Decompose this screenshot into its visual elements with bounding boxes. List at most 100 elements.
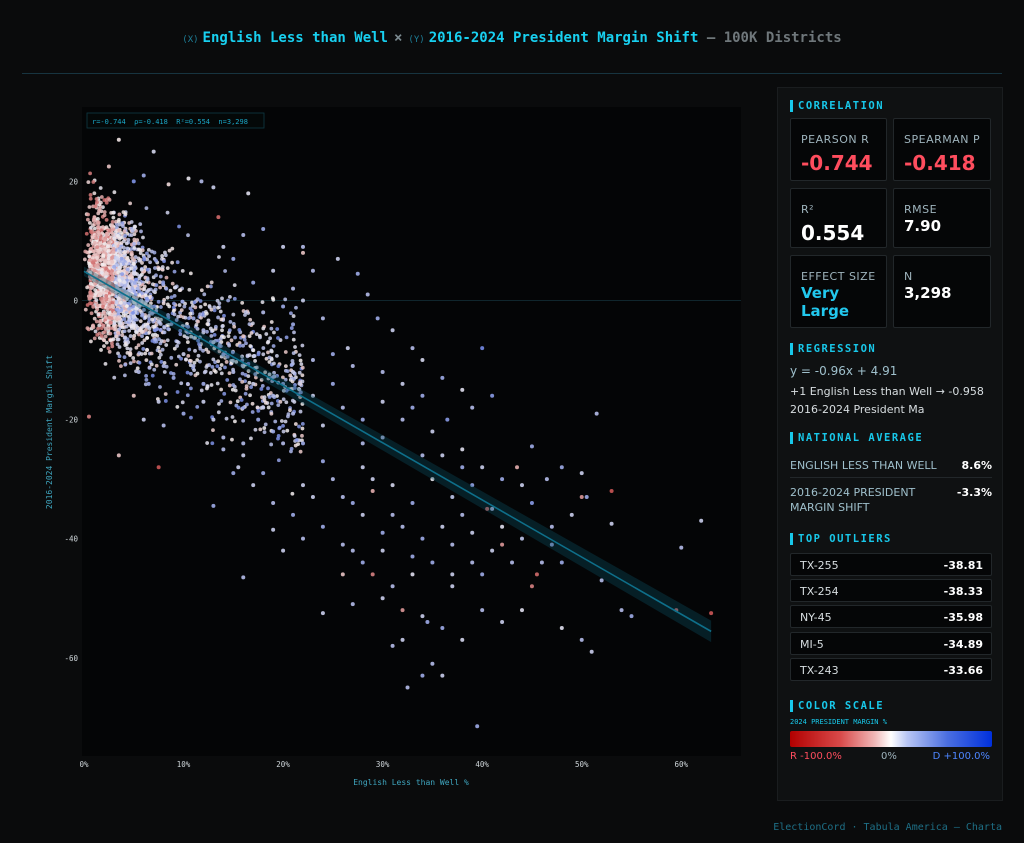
data-point xyxy=(88,171,92,176)
outlier-name: TX-255 xyxy=(800,559,839,572)
data-point xyxy=(380,596,385,601)
data-point xyxy=(95,265,100,269)
data-point xyxy=(460,465,465,470)
data-point xyxy=(195,371,200,376)
data-point xyxy=(128,201,133,206)
data-point xyxy=(107,294,112,299)
data-point xyxy=(299,362,304,367)
data-point xyxy=(300,441,305,446)
data-point xyxy=(237,327,242,332)
data-point xyxy=(281,441,286,446)
data-point xyxy=(112,311,117,315)
data-point xyxy=(127,318,132,323)
data-point xyxy=(440,625,445,630)
data-point xyxy=(288,408,292,413)
data-point xyxy=(103,238,107,243)
regression-interpretation-line1: +1 English Less than Well → -0.958 xyxy=(790,385,984,398)
data-point xyxy=(320,524,325,529)
data-point xyxy=(256,417,261,422)
data-point xyxy=(256,408,261,413)
data-point xyxy=(350,548,355,553)
data-point xyxy=(297,381,302,386)
data-point xyxy=(450,584,455,589)
correlation-heading: CORRELATION xyxy=(790,100,884,112)
data-point xyxy=(208,326,213,331)
data-point xyxy=(390,584,395,589)
outlier-value: -33.66 xyxy=(943,664,983,677)
data-point xyxy=(112,236,117,241)
x-tick-label: 30% xyxy=(376,760,390,769)
effect-size-label: EFFECT SIZE xyxy=(801,270,876,283)
data-point xyxy=(269,320,274,324)
data-point xyxy=(171,308,176,313)
data-point xyxy=(227,383,232,388)
data-point xyxy=(91,325,96,330)
data-point xyxy=(219,363,224,367)
data-point xyxy=(380,530,385,535)
outlier-row[interactable]: TX-255 -38.81 xyxy=(790,553,992,576)
data-point xyxy=(300,250,305,255)
regression-equation: y = -0.96x + 4.91 xyxy=(790,364,898,378)
stats-box: r=-0.744 ρ=-0.418 R²=0.554 n=3,298 xyxy=(92,118,248,126)
data-point xyxy=(283,364,288,369)
data-point xyxy=(221,447,226,452)
data-point xyxy=(202,370,207,375)
data-point xyxy=(86,414,91,419)
n-value: 3,298 xyxy=(904,284,952,302)
data-point xyxy=(440,673,445,678)
data-point xyxy=(212,332,217,337)
data-point xyxy=(89,246,93,251)
data-point xyxy=(269,326,274,331)
y-tick-label: 20 xyxy=(69,177,79,186)
data-point xyxy=(220,324,225,329)
data-point xyxy=(89,311,94,316)
outlier-row[interactable]: MI-5 -34.89 xyxy=(790,632,992,655)
data-point xyxy=(238,377,242,382)
footer-credit: ElectionCord · Tabula America — Charta xyxy=(773,822,1002,833)
data-point xyxy=(88,196,93,201)
data-point xyxy=(222,391,227,396)
data-point xyxy=(175,344,179,348)
data-point xyxy=(460,512,465,517)
data-point xyxy=(110,341,114,346)
data-point xyxy=(149,351,154,356)
y-tick-label: -20 xyxy=(64,416,78,425)
data-point xyxy=(241,453,246,458)
data-point xyxy=(248,317,253,322)
outlier-row[interactable]: NY-45 -35.98 xyxy=(790,605,992,628)
data-point xyxy=(122,280,127,284)
data-point xyxy=(180,299,185,304)
data-point xyxy=(119,300,123,305)
data-point xyxy=(196,319,200,324)
color-scale-min-label: R -100.0% xyxy=(790,751,842,762)
data-point xyxy=(205,322,210,326)
data-point xyxy=(121,224,125,229)
data-point xyxy=(121,245,126,250)
data-point xyxy=(297,424,301,429)
data-point xyxy=(310,268,315,273)
data-point xyxy=(267,395,272,399)
data-point xyxy=(172,293,177,298)
data-point xyxy=(132,246,137,250)
data-point xyxy=(269,357,274,362)
data-point xyxy=(165,302,170,307)
data-point xyxy=(129,250,134,255)
outlier-value: -34.89 xyxy=(943,638,983,651)
data-point xyxy=(227,328,232,333)
data-point xyxy=(277,425,282,430)
data-point xyxy=(179,381,184,386)
data-point xyxy=(138,251,143,256)
data-point xyxy=(123,362,128,367)
data-point xyxy=(320,459,325,464)
data-point xyxy=(119,256,124,261)
outlier-row[interactable]: TX-243 -33.66 xyxy=(790,658,992,681)
data-point xyxy=(92,249,97,253)
x-tick-label: 40% xyxy=(475,760,489,769)
data-point xyxy=(241,441,246,446)
data-point xyxy=(291,322,296,327)
data-point xyxy=(107,228,112,233)
data-point xyxy=(165,210,170,215)
data-point xyxy=(335,256,340,261)
outlier-row[interactable]: TX-254 -38.33 xyxy=(790,579,992,602)
data-point xyxy=(250,321,255,326)
